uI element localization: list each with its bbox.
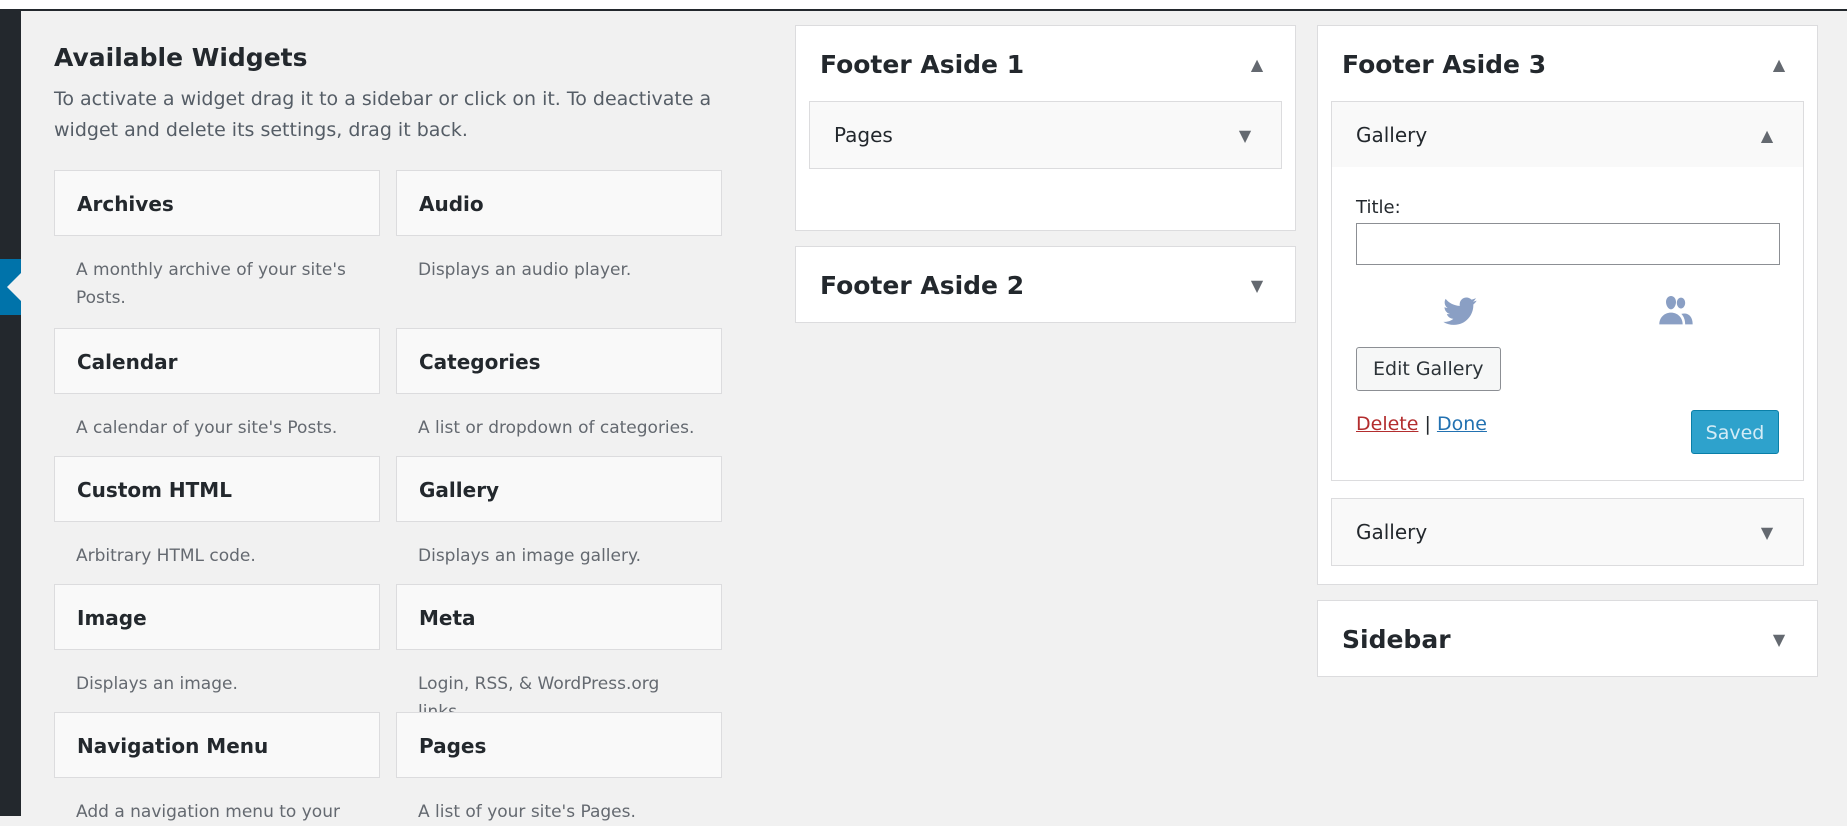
expand-arrow-icon[interactable]: ▼ bbox=[1755, 523, 1779, 542]
available-widgets-description: To activate a widget drag it to a sideba… bbox=[54, 88, 712, 141]
collapse-arrow-icon[interactable]: ▲ bbox=[1767, 55, 1791, 74]
widget-title[interactable]: Calendar bbox=[54, 328, 380, 394]
widget-title[interactable]: Image bbox=[54, 584, 380, 650]
widget-description: Arbitrary HTML code. bbox=[76, 546, 256, 566]
current-menu-arrow bbox=[7, 273, 21, 301]
edit-gallery-button[interactable]: Edit Gallery bbox=[1356, 347, 1501, 391]
widget-title[interactable]: Navigation Menu bbox=[54, 712, 380, 778]
gallery-title-input[interactable] bbox=[1356, 223, 1780, 265]
sidebar-header[interactable]: Footer Aside 2 ▼ bbox=[796, 247, 1295, 323]
delete-link[interactable]: Delete bbox=[1356, 413, 1418, 435]
widget-title[interactable]: Categories bbox=[396, 328, 722, 394]
widget-description: A monthly archive of your site's Posts. bbox=[76, 260, 346, 308]
widget-description: Displays an image gallery. bbox=[418, 546, 642, 566]
people-icon bbox=[1659, 296, 1693, 325]
widget-description: A calendar of your site's Posts. bbox=[76, 418, 338, 438]
widget-description: A list or dropdown of categories. bbox=[418, 418, 695, 438]
sidebar-header[interactable]: Sidebar ▼ bbox=[1318, 601, 1817, 677]
widget-categories[interactable]: Categories A list or dropdown of categor… bbox=[396, 328, 722, 442]
expand-arrow-icon[interactable]: ▼ bbox=[1245, 276, 1269, 295]
done-link[interactable]: Done bbox=[1437, 413, 1487, 435]
top-border bbox=[0, 0, 1847, 11]
widget-title: Pages bbox=[834, 123, 893, 147]
sidebar-title: Footer Aside 2 bbox=[820, 270, 1025, 300]
expand-arrow-icon[interactable]: ▼ bbox=[1233, 126, 1257, 145]
sidebar-title: Footer Aside 1 bbox=[820, 49, 1025, 79]
available-widgets-title: Available Widgets bbox=[54, 43, 308, 72]
collapse-arrow-icon[interactable]: ▲ bbox=[1755, 126, 1779, 145]
widget-title[interactable]: Gallery bbox=[396, 456, 722, 522]
widget-title[interactable]: Meta bbox=[396, 584, 722, 650]
widget-description: Displays an audio player. bbox=[418, 260, 632, 280]
widget-title[interactable]: Pages bbox=[396, 712, 722, 778]
sidebar-widget-pages[interactable]: Pages ▼ bbox=[809, 101, 1282, 169]
widget-header[interactable]: Gallery ▼ bbox=[1332, 499, 1803, 565]
sidebar-widget-gallery-open[interactable]: Gallery ▲ bbox=[1331, 101, 1804, 168]
sidebar-title: Footer Aside 3 bbox=[1342, 49, 1547, 79]
widget-meta[interactable]: Meta Login, RSS, & WordPress.org links. bbox=[396, 584, 722, 726]
widget-header[interactable]: Gallery ▲ bbox=[1332, 102, 1803, 168]
sidebar-footer-aside-1: Footer Aside 1 ▲ Pages ▼ bbox=[795, 25, 1296, 231]
expand-arrow-icon[interactable]: ▼ bbox=[1767, 630, 1791, 649]
admin-menu-bar bbox=[0, 11, 21, 816]
widget-navigation-menu[interactable]: Navigation Menu Add a navigation menu to… bbox=[54, 712, 380, 826]
widget-description: Add a navigation menu to your bbox=[76, 802, 340, 822]
collapse-arrow-icon[interactable]: ▲ bbox=[1245, 55, 1269, 74]
gallery-widget-form: Title: Edit Gallery Delete | Done Saved bbox=[1331, 167, 1804, 481]
widget-control-links: Delete | Done bbox=[1356, 413, 1487, 435]
twitter-icon bbox=[1443, 297, 1477, 325]
widget-title: Gallery bbox=[1356, 123, 1428, 147]
widget-pages[interactable]: Pages A list of your site's Pages. bbox=[396, 712, 722, 826]
sidebar-header[interactable]: Footer Aside 3 ▲ bbox=[1318, 26, 1817, 102]
available-widgets-panel: Available Widgets To activate a widget d… bbox=[54, 38, 724, 146]
widget-title[interactable]: Audio bbox=[396, 170, 722, 236]
title-label: Title: bbox=[1356, 197, 1401, 218]
sidebar-main: Sidebar ▼ bbox=[1317, 600, 1818, 677]
widget-custom-html[interactable]: Custom HTML Arbitrary HTML code. bbox=[54, 456, 380, 570]
widget-description: Displays an image. bbox=[76, 674, 238, 694]
widget-audio[interactable]: Audio Displays an audio player. bbox=[396, 170, 722, 284]
saved-button[interactable]: Saved bbox=[1691, 410, 1779, 454]
sidebar-widget-gallery-2[interactable]: Gallery ▼ bbox=[1331, 498, 1804, 566]
sidebar-header[interactable]: Footer Aside 1 ▲ bbox=[796, 26, 1295, 102]
widget-gallery[interactable]: Gallery Displays an image gallery. bbox=[396, 456, 722, 570]
widget-description: A list of your site's Pages. bbox=[418, 802, 636, 822]
widget-title: Gallery bbox=[1356, 520, 1428, 544]
sidebar-footer-aside-3: Footer Aside 3 ▲ Gallery ▲ Title: Edit G… bbox=[1317, 25, 1818, 585]
widget-header[interactable]: Pages ▼ bbox=[810, 102, 1281, 168]
widget-image[interactable]: Image Displays an image. bbox=[54, 584, 380, 698]
widget-title[interactable]: Custom HTML bbox=[54, 456, 380, 522]
widget-calendar[interactable]: Calendar A calendar of your site's Posts… bbox=[54, 328, 380, 442]
sidebar-footer-aside-2: Footer Aside 2 ▼ bbox=[795, 246, 1296, 323]
widget-archives[interactable]: Archives A monthly archive of your site'… bbox=[54, 170, 380, 312]
widget-title[interactable]: Archives bbox=[54, 170, 380, 236]
link-separator: | bbox=[1424, 413, 1431, 435]
sidebar-title: Sidebar bbox=[1342, 624, 1451, 654]
